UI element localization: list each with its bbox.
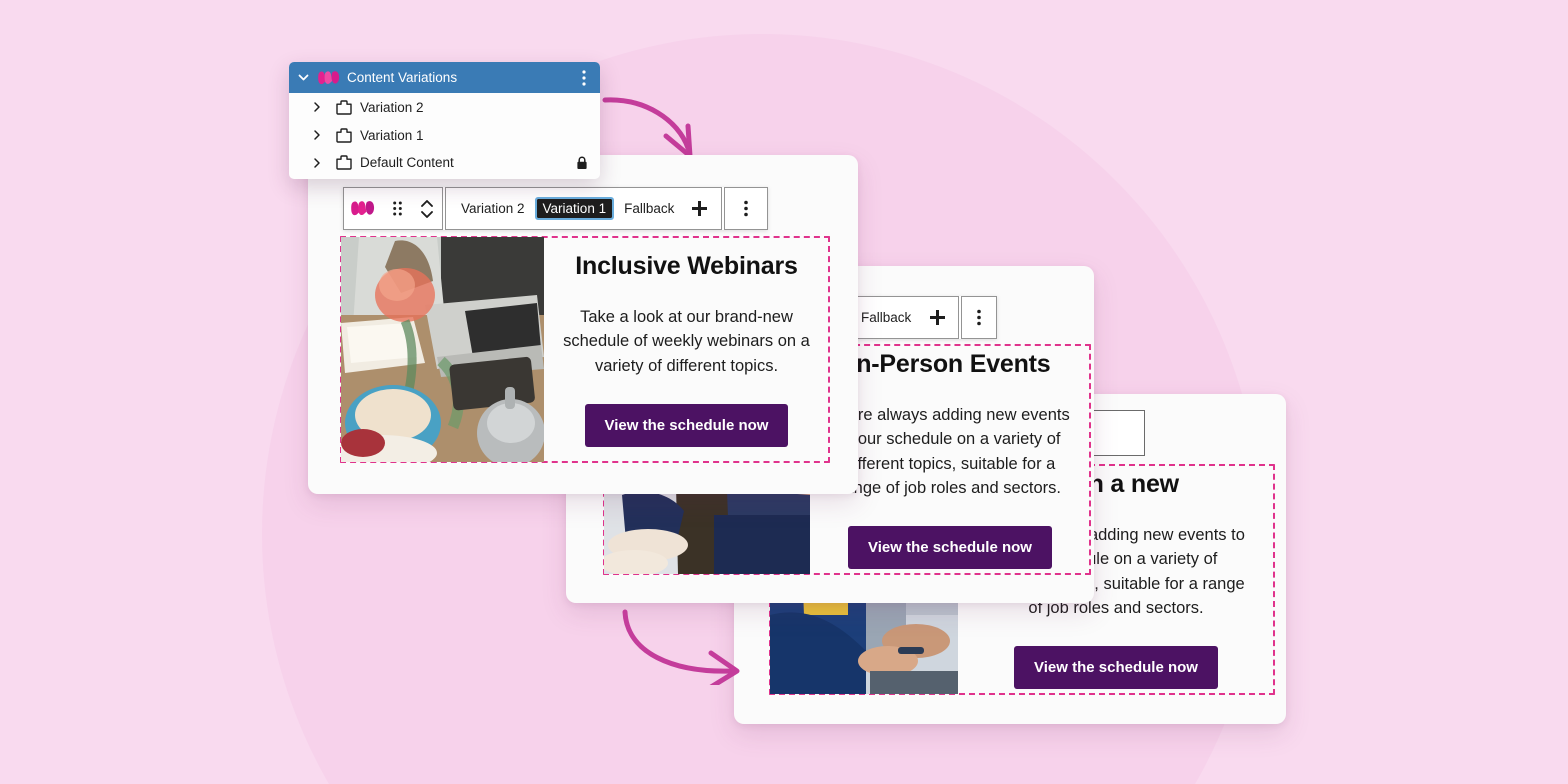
drag-handle-icon xyxy=(392,201,402,216)
card2-title: In-Person Events xyxy=(849,349,1051,378)
panel-row-default-content[interactable]: Default Content xyxy=(289,149,600,179)
card1-add-variation-button[interactable] xyxy=(683,188,715,229)
chevron-right-icon[interactable] xyxy=(311,157,323,169)
lock-icon xyxy=(576,156,588,170)
variation-card-1: Variation 2 Variation 1 Fallback Inclusi… xyxy=(308,155,858,494)
card1-tabs-group: Variation 2 Variation 1 Fallback xyxy=(445,187,723,230)
card2-options-group xyxy=(961,296,998,339)
card1-body: Take a look at our brand-new schedule of… xyxy=(563,307,810,375)
card1-tab-fallback[interactable]: Fallback xyxy=(615,201,683,216)
panel-row-label: Variation 2 xyxy=(360,99,424,115)
card1-options-button[interactable] xyxy=(725,188,767,229)
chevron-down-icon[interactable] xyxy=(294,71,313,84)
card1-drag-handle[interactable] xyxy=(382,188,412,229)
move-up-down-icon xyxy=(421,199,433,218)
card1-text-column: Inclusive Webinars Take a look at our br… xyxy=(544,237,829,462)
chevron-right-icon[interactable] xyxy=(311,129,323,141)
card2-tabs-group: Fallback xyxy=(847,296,960,339)
card1-tab-variation-1[interactable]: Variation 1 xyxy=(534,197,615,220)
card1-block-tools-group xyxy=(343,187,443,230)
panel-menu-button[interactable] xyxy=(578,69,590,86)
card1-options-group xyxy=(724,187,769,230)
card2-body: We're always adding new events to our sc… xyxy=(830,405,1070,497)
card1-title: Inclusive Webinars xyxy=(575,251,798,280)
card1-block-logo-button[interactable] xyxy=(344,188,382,229)
chevron-right-icon[interactable] xyxy=(311,101,323,113)
kebab-menu-icon xyxy=(977,309,982,326)
content-variations-panel: Content Variations Variation 2 Variation… xyxy=(289,62,600,179)
card1-toolbar: Variation 2 Variation 1 Fallback xyxy=(343,187,769,230)
block-icon xyxy=(330,127,352,143)
kebab-menu-icon xyxy=(744,200,749,217)
card1-tab-variation-2[interactable]: Variation 2 xyxy=(452,201,534,216)
panel-header[interactable]: Content Variations xyxy=(289,62,600,93)
w-brand-logo-icon xyxy=(318,70,340,84)
block-icon xyxy=(330,99,352,115)
card2-options-button[interactable] xyxy=(962,297,996,338)
panel-brand-logo xyxy=(318,70,340,85)
card3-cta-button[interactable]: View the schedule now xyxy=(1014,646,1218,690)
card1-image xyxy=(341,237,544,462)
panel-row-label: Default Content xyxy=(360,155,454,170)
plus-icon xyxy=(691,201,707,216)
kebab-menu-icon xyxy=(582,69,586,86)
card1-content: Inclusive Webinars Take a look at our br… xyxy=(341,237,829,462)
card2-cta-button[interactable]: View the schedule now xyxy=(848,526,1052,570)
panel-title: Content Variations xyxy=(347,70,458,85)
screenshot-stage: Join a new We're always adding new event… xyxy=(0,0,1568,784)
card2-toolbar: Fallback xyxy=(847,296,998,339)
panel-row-variation-2[interactable]: Variation 2 xyxy=(289,93,600,121)
panel-row-label: Variation 1 xyxy=(360,127,424,143)
card2-tab-fallback[interactable]: Fallback xyxy=(852,310,920,325)
w-brand-logo-icon xyxy=(351,201,375,216)
panel-row-variation-1[interactable]: Variation 1 xyxy=(289,121,600,149)
plus-icon xyxy=(929,310,945,325)
card2-add-variation-button[interactable] xyxy=(920,297,954,338)
curved-arrow-2 xyxy=(622,609,740,685)
card1-move-block-button[interactable] xyxy=(412,188,442,229)
card1-cta-button[interactable]: View the schedule now xyxy=(584,404,789,448)
block-icon xyxy=(330,155,352,170)
card3-toolbar-fragment[interactable] xyxy=(1089,410,1145,456)
